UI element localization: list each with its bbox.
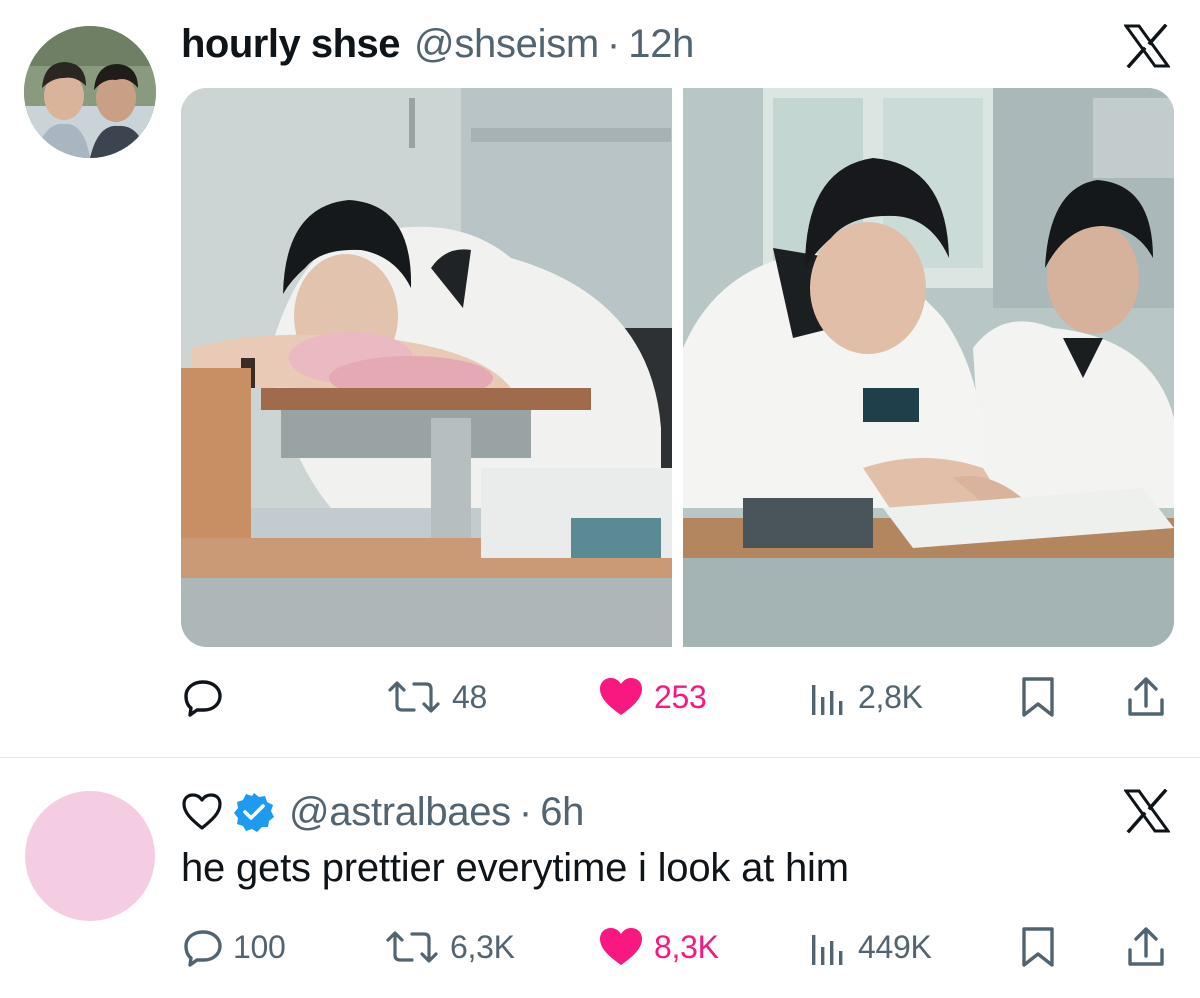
retweet-count: 6,3K (450, 928, 515, 965)
action-bar: 48 253 2,8K (0, 672, 1200, 722)
display-name[interactable]: hourly shse (181, 22, 401, 67)
like-button[interactable]: 253 (598, 672, 707, 722)
media-grid[interactable] (181, 88, 1174, 647)
retweet-icon (386, 677, 442, 717)
header-icons (181, 791, 275, 833)
tweet-card[interactable]: hourly shse @shseism · 12h 48 253 2,8K (0, 0, 1200, 757)
heart-filled-icon (598, 677, 644, 717)
views-icon (808, 927, 848, 967)
classroom-photo-sleeping[interactable] (181, 88, 672, 647)
views-icon (808, 677, 848, 717)
tweet-header: @astralbaes · 6h (181, 787, 584, 837)
view-count: 2,8K (858, 678, 923, 715)
view-count: 449K (858, 928, 932, 965)
timestamp[interactable]: 6h (540, 790, 584, 835)
reply-button[interactable] (183, 672, 233, 722)
heart-outline-icon (181, 793, 223, 831)
avatar[interactable] (24, 26, 156, 158)
bookmark-button[interactable] (1018, 922, 1058, 972)
timestamp[interactable]: 12h (628, 22, 694, 67)
x-logo-icon (1123, 23, 1171, 69)
classroom-photo-writing[interactable] (683, 88, 1174, 647)
views-button[interactable]: 449K (808, 922, 932, 972)
reply-icon (183, 927, 223, 967)
heart-filled-icon (598, 927, 644, 967)
x-logo-icon (1123, 788, 1171, 834)
divider (0, 757, 1200, 758)
tweet-text: he gets prettier everytime i look at him (181, 846, 849, 890)
share-icon (1126, 676, 1166, 718)
handle[interactable]: @astralbaes (289, 790, 511, 835)
share-button[interactable] (1126, 922, 1166, 972)
verified-badge-icon (233, 791, 275, 833)
retweet-icon (384, 927, 440, 967)
like-count: 8,3K (654, 928, 719, 965)
like-button[interactable]: 8,3K (598, 922, 719, 972)
reply-button[interactable]: 100 (183, 922, 286, 972)
separator-dot: · (606, 22, 621, 66)
like-count: 253 (654, 678, 707, 715)
reply-count: 100 (233, 928, 286, 965)
tweet-header: hourly shse @shseism · 12h (181, 22, 694, 72)
handle[interactable]: @shseism (414, 22, 599, 67)
reply-icon (183, 677, 223, 717)
avatar[interactable] (25, 791, 155, 921)
share-button[interactable] (1126, 672, 1166, 722)
views-button[interactable]: 2,8K (808, 672, 923, 722)
retweet-count: 48 (452, 678, 487, 715)
bookmark-icon (1018, 676, 1058, 718)
retweet-button[interactable]: 48 (386, 672, 487, 722)
bookmark-button[interactable] (1018, 672, 1058, 722)
separator-dot: · (518, 789, 533, 834)
retweet-button[interactable]: 6,3K (384, 922, 515, 972)
share-icon (1126, 926, 1166, 968)
action-bar: 100 6,3K 8,3K 449K (0, 922, 1200, 972)
bookmark-icon (1018, 926, 1058, 968)
